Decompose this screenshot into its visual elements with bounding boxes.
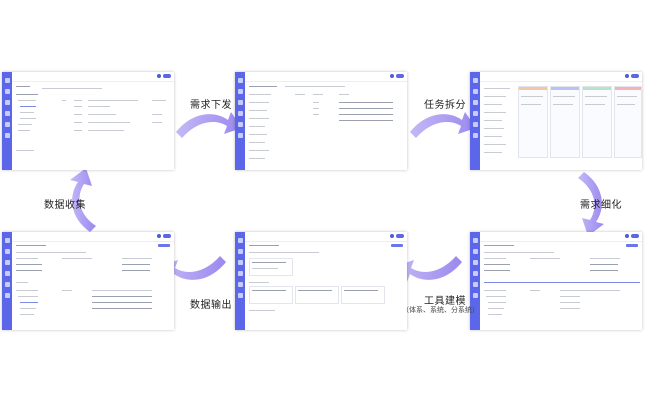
screenshot-data-collect <box>2 232 174 330</box>
screenshot-task-split <box>470 72 642 170</box>
label-tool-modeling-sub: （体系、系统、分系统） <box>402 306 479 314</box>
flow-arrows <box>70 112 604 282</box>
label-demand-issue: 需求下发 <box>190 100 232 111</box>
label-data-output: 数据输出 <box>190 300 232 311</box>
arrow-demand-issue <box>176 112 242 138</box>
label-demand-refine: 需求细化 <box>580 200 622 211</box>
screenshot-demand-issue <box>235 72 407 170</box>
screenshot-data-list <box>2 72 174 170</box>
screenshot-demand-refine <box>470 232 642 330</box>
arrow-task-split <box>410 112 476 138</box>
screenshot-data-output <box>235 232 407 330</box>
label-data-collect: 数据收集 <box>44 200 86 211</box>
label-task-split: 任务拆分 <box>424 100 466 111</box>
